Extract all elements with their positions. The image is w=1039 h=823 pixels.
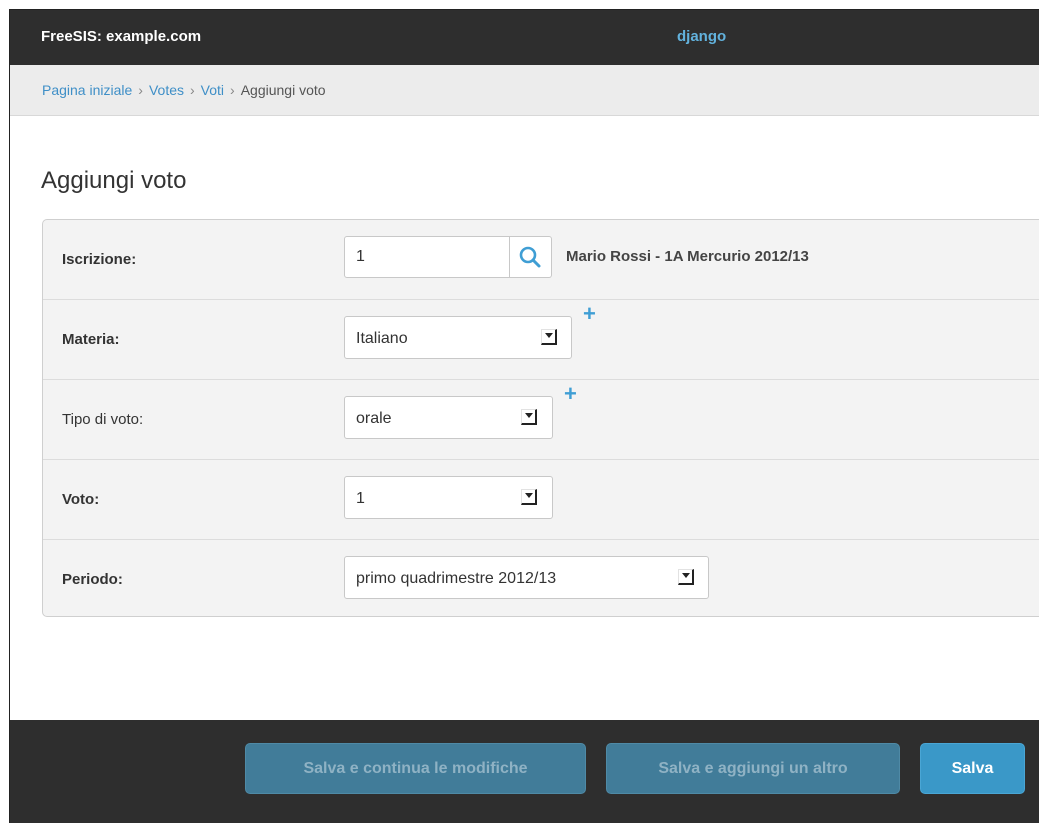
breadcrumb-separator: ›	[190, 82, 195, 98]
tipo-select[interactable]: orale	[344, 396, 553, 439]
materia-select[interactable]: Italiano	[344, 316, 572, 359]
search-icon	[519, 246, 541, 268]
lookup-button[interactable]	[510, 236, 552, 278]
form-row-periodo: Periodo: primo quadrimestre 2012/13	[43, 540, 1039, 620]
site-brand[interactable]: FreeSIS: example.com	[41, 28, 201, 45]
header-bar: FreeSIS: example.com django	[10, 10, 1039, 65]
breadcrumb-home[interactable]: Pagina iniziale	[42, 82, 132, 98]
add-tipo-link[interactable]: +	[564, 383, 577, 405]
user-link[interactable]: django	[677, 28, 726, 45]
tipo-selected: orale	[356, 410, 392, 427]
breadcrumb-model[interactable]: Voti	[201, 82, 224, 98]
breadcrumb-app[interactable]: Votes	[149, 82, 184, 98]
chevron-down-icon	[521, 489, 537, 505]
save-button[interactable]: Salva	[920, 743, 1025, 794]
chevron-down-icon	[521, 409, 537, 425]
save-and-add-another-button[interactable]: Salva e aggiungi un altro	[606, 743, 900, 794]
submit-row: Salva e continua le modifiche Salva e ag…	[10, 720, 1039, 823]
breadcrumb-separator: ›	[138, 82, 143, 98]
add-materia-link[interactable]: +	[583, 303, 596, 325]
voto-select[interactable]: 1	[344, 476, 553, 519]
breadcrumb-separator: ›	[230, 82, 235, 98]
voto-selected: 1	[356, 490, 365, 507]
iscrizione-label: Iscrizione:	[62, 251, 137, 268]
form-row-tipo: Tipo di voto: orale +	[43, 380, 1039, 460]
page-title: Aggiungi voto	[41, 167, 187, 194]
save-and-continue-button[interactable]: Salva e continua le modifiche	[245, 743, 586, 794]
chevron-down-icon	[678, 569, 694, 585]
admin-window: FreeSIS: example.com django Pagina inizi…	[9, 9, 1039, 823]
chevron-down-icon	[541, 329, 557, 345]
periodo-label: Periodo:	[62, 571, 123, 588]
periodo-selected: primo quadrimestre 2012/13	[356, 570, 557, 587]
iscrizione-input[interactable]: 1	[344, 236, 510, 278]
breadcrumb-current: Aggiungi voto	[240, 82, 326, 98]
form-row-voto: Voto: 1	[43, 460, 1039, 540]
materia-selected: Italiano	[356, 330, 408, 347]
voto-label: Voto:	[62, 491, 100, 508]
iscrizione-related-object: Mario Rossi - 1A Mercurio 2012/13	[566, 248, 809, 265]
periodo-select[interactable]: primo quadrimestre 2012/13	[344, 556, 709, 599]
form-row-iscrizione: Iscrizione: 1 Mario Rossi - 1A Mercurio …	[43, 220, 1039, 300]
materia-label: Materia:	[62, 331, 120, 348]
add-vote-form: Iscrizione: 1 Mario Rossi - 1A Mercurio …	[42, 219, 1039, 617]
tipo-label: Tipo di voto:	[62, 411, 144, 428]
breadcrumb: Pagina iniziale › Votes › Voti › Aggiungi voto	[10, 65, 1039, 116]
form-row-materia: Materia: Italiano +	[43, 300, 1039, 380]
